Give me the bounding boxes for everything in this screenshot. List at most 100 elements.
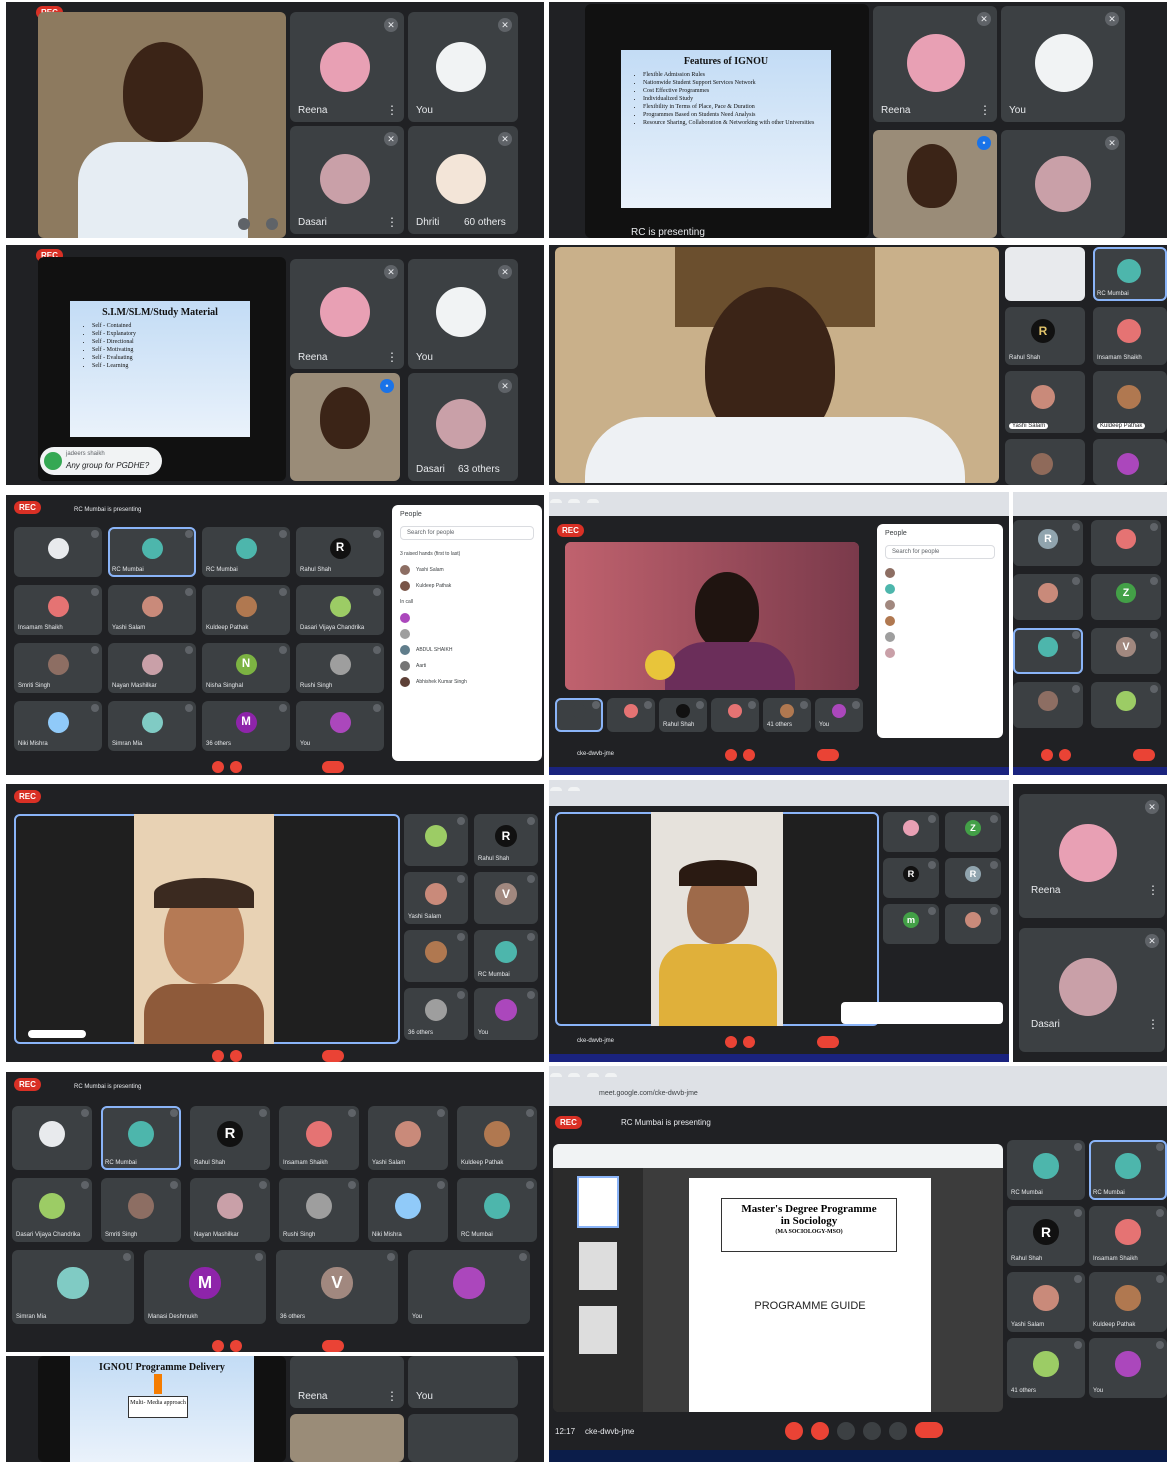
people-row[interactable]	[877, 597, 1003, 613]
more-options-icon[interactable]: ⋮	[386, 216, 398, 228]
mic-off-button[interactable]	[212, 1050, 224, 1062]
participant-tile[interactable]: V	[474, 872, 538, 924]
participant-tile[interactable]	[14, 527, 102, 577]
participant-tile[interactable]: R	[883, 858, 939, 898]
participant-tile[interactable]: Kuldeep Pathak	[202, 585, 290, 635]
presentation-tile[interactable]: Features of IGNOU Flexible Admission Rul…	[585, 4, 869, 238]
participant-tile[interactable]: N Nisha Singhal	[202, 643, 290, 693]
participant-tile[interactable]: Z	[945, 812, 1001, 852]
participant-tile[interactable]: R Rahul Shah	[474, 814, 538, 866]
speaker-tile[interactable]	[14, 814, 400, 1044]
participant-tile[interactable]: RC Mumbai	[457, 1178, 537, 1242]
tile-yashi[interactable]: Yashi Salam	[1005, 371, 1085, 433]
more-options-button[interactable]	[889, 1422, 907, 1440]
tile-you[interactable]: You	[408, 1356, 518, 1408]
people-row[interactable]	[877, 565, 1003, 581]
notification-toast[interactable]	[841, 1002, 1003, 1024]
tile-dasari[interactable]: ✕ Dasari ⋮	[290, 126, 404, 234]
camera-off-button[interactable]	[230, 1340, 242, 1352]
leave-call-button[interactable]	[817, 749, 839, 761]
people-row[interactable]	[877, 629, 1003, 645]
leave-call-button[interactable]	[817, 1036, 839, 1048]
participant-tile[interactable]: You	[408, 1250, 530, 1324]
chat-bubble[interactable]: jadeers shaikh Any group for PGDHE?	[40, 447, 162, 475]
tile-reena[interactable]: ✕ Reena ⋮	[873, 6, 997, 122]
tile-dasari[interactable]: ✕ Dasari ⋮	[1019, 928, 1165, 1052]
participant-tile[interactable]	[1091, 682, 1161, 728]
more-options-icon[interactable]: ⋮	[1147, 884, 1159, 896]
participant-tile[interactable]	[404, 930, 468, 982]
tile-extra[interactable]	[1093, 439, 1167, 485]
camera-off-button[interactable]	[230, 1050, 242, 1062]
participant-tile[interactable]: Insamam Shaikh	[1089, 1206, 1167, 1266]
tile-insamam[interactable]: Insamam Shaikh	[1093, 307, 1167, 365]
participant-tile[interactable]: m	[883, 904, 939, 944]
participant-tile[interactable]	[607, 698, 655, 732]
mic-off-button[interactable]	[1041, 749, 1053, 761]
participant-tile[interactable]: 36 others	[404, 988, 468, 1040]
tile-reena[interactable]: Reena ⋮	[290, 1356, 404, 1408]
participant-tile[interactable]: RC Mumbai	[108, 527, 196, 577]
participant-tile[interactable]: You	[1089, 1338, 1167, 1398]
more-options-icon[interactable]: ⋮	[386, 1390, 398, 1402]
people-row[interactable]	[392, 610, 542, 626]
mic-off-button[interactable]	[725, 749, 737, 761]
browser-tab[interactable]	[568, 1073, 581, 1077]
participant-tile[interactable]: Yashi Salam	[108, 585, 196, 635]
participant-tile[interactable]: RC Mumbai	[101, 1106, 181, 1170]
speaker-tile[interactable]	[565, 542, 859, 690]
speaker-tile[interactable]	[38, 12, 286, 238]
browser-tab[interactable]	[586, 1073, 599, 1077]
participant-tile[interactable]: Kuldeep Pathak	[1089, 1272, 1167, 1332]
speaker-tile[interactable]	[555, 247, 999, 483]
participant-tile[interactable]	[1013, 682, 1083, 728]
people-search-input[interactable]: Search for people	[885, 545, 995, 559]
participant-tile[interactable]: RC Mumbai	[1007, 1140, 1085, 1200]
participant-tile[interactable]: Rushi Singh	[279, 1178, 359, 1242]
tile-dasari[interactable]: ✕	[1001, 130, 1125, 238]
participant-tile[interactable]: 41 others	[1007, 1338, 1085, 1398]
tile-reena[interactable]: ✕ Reena ⋮	[290, 259, 404, 369]
participant-tile[interactable]: Z	[1091, 574, 1161, 620]
presentation-tile[interactable]: S.I.M/SLM/Study Material Self - Containe…	[38, 257, 286, 481]
presentation-tile[interactable]: IGNOU Programme Delivery Multi- Media ap…	[38, 1356, 286, 1462]
participant-tile[interactable]: M Manasi Deshmukh	[144, 1250, 266, 1324]
people-search-input[interactable]: Search for people	[400, 526, 534, 540]
participant-tile[interactable]	[1091, 520, 1161, 566]
participant-tile[interactable]: Smriti Singh	[101, 1178, 181, 1242]
pin-icon[interactable]	[238, 218, 250, 230]
more-options-icon[interactable]: ⋮	[979, 104, 991, 116]
people-row[interactable]	[392, 626, 542, 642]
leave-call-button[interactable]	[915, 1422, 943, 1438]
participant-tile[interactable]: R	[1013, 520, 1083, 566]
tile-you[interactable]: ✕ You	[408, 259, 518, 369]
participant-tile[interactable]: You	[815, 698, 863, 732]
tile-speaker-small[interactable]: •	[873, 130, 997, 238]
browser-tab[interactable]	[605, 1073, 618, 1077]
participant-tile[interactable]	[945, 904, 1001, 944]
tile-reena[interactable]: ✕ Reena ⋮	[290, 12, 404, 122]
participant-tile[interactable]: RC Mumbai	[1089, 1140, 1167, 1200]
present-button[interactable]	[863, 1422, 881, 1440]
participant-tile[interactable]: 41 others	[763, 698, 811, 732]
browser-tab[interactable]	[550, 499, 562, 503]
presentation-tile[interactable]: Master's Degree Programme in Sociology (…	[553, 1144, 1003, 1412]
more-options-icon[interactable]: ⋮	[386, 351, 398, 363]
participant-tile[interactable]: Insamam Shaikh	[279, 1106, 359, 1170]
participant-tile[interactable]: Niki Mishra	[14, 701, 102, 751]
participant-tile[interactable]: R Rahul Shah	[1007, 1206, 1085, 1266]
tile-dasari[interactable]: ✕ Dasari 63 others	[408, 373, 518, 481]
people-row[interactable]: Yashi Salam	[392, 562, 542, 578]
camera-off-button[interactable]	[230, 761, 242, 773]
participant-tile[interactable]	[404, 814, 468, 866]
camera-off-button[interactable]	[743, 1036, 755, 1048]
more-options-icon[interactable]: ⋮	[386, 104, 398, 116]
raise-hand-button[interactable]	[837, 1422, 855, 1440]
people-row[interactable]	[877, 645, 1003, 661]
tile-rahul[interactable]: R Rahul Shah	[1005, 307, 1085, 365]
tile-dhriti[interactable]: ✕ Dhriti 60 others	[408, 126, 518, 234]
participant-tile[interactable]: Dasari Vijaya Chandrika	[296, 585, 384, 635]
participant-tile[interactable]	[1013, 574, 1083, 620]
participant-tile[interactable]: Simran Mia	[108, 701, 196, 751]
participant-tile[interactable]: Niki Mishra	[368, 1178, 448, 1242]
